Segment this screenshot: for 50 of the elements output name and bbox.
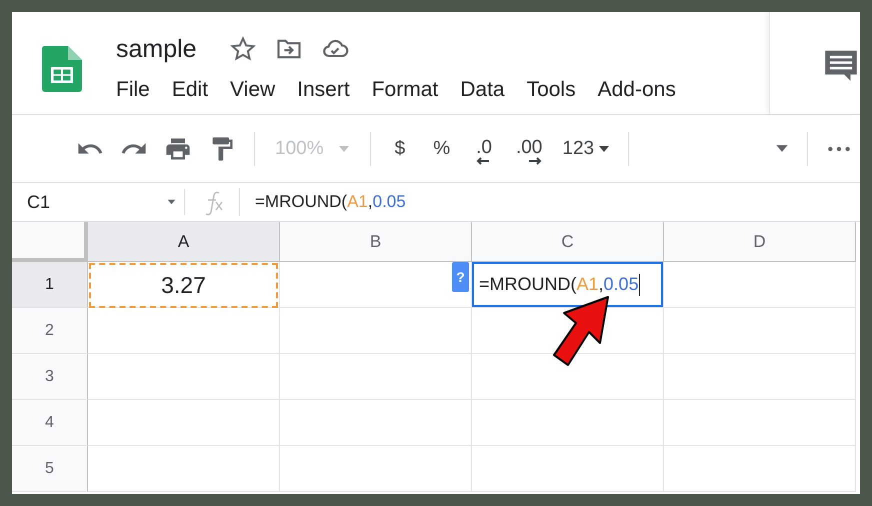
table-cell[interactable] xyxy=(280,446,472,492)
row-header[interactable]: 1 xyxy=(12,262,88,308)
right-arrow-icon xyxy=(528,157,542,165)
table-cell[interactable] xyxy=(664,446,856,492)
column-header[interactable]: C xyxy=(472,222,664,262)
table-cell[interactable] xyxy=(280,354,472,400)
table-cell[interactable] xyxy=(88,400,280,446)
left-arrow-icon xyxy=(476,157,490,165)
table-cell[interactable] xyxy=(664,400,856,446)
menu-item[interactable]: Tools xyxy=(516,77,587,102)
table-cell[interactable] xyxy=(664,262,856,308)
table-cell[interactable] xyxy=(88,354,280,400)
arrow-callout-overlay xyxy=(553,296,609,366)
menu-item[interactable]: Add-ons xyxy=(586,77,687,102)
menu-item[interactable]: File xyxy=(116,77,161,102)
row-header[interactable]: 5 xyxy=(12,446,88,492)
column-header[interactable]: B xyxy=(280,222,472,262)
row-header[interactable]: 4 xyxy=(12,400,88,446)
percent-button[interactable]: % xyxy=(419,139,464,158)
caret-icon xyxy=(598,144,610,152)
menu-item[interactable]: Data xyxy=(449,77,516,102)
table-cell[interactable] xyxy=(88,446,280,492)
table-cell[interactable] xyxy=(472,400,664,446)
caret-icon xyxy=(775,144,789,153)
caret-icon xyxy=(338,144,350,152)
cell-editor[interactable]: =MROUND(A1,0.05 xyxy=(472,262,663,307)
increase-decimals-button[interactable]: .00 xyxy=(504,132,554,165)
name-box[interactable]: C1 xyxy=(12,189,185,215)
row-header[interactable]: 2 xyxy=(12,308,88,354)
row-header[interactable]: 3 xyxy=(12,354,88,400)
document-title[interactable]: sample xyxy=(116,36,197,62)
menu-item[interactable]: View xyxy=(219,77,286,102)
copied-cell[interactable]: 3.27 xyxy=(89,263,278,308)
decrease-decimals-button[interactable]: .0 xyxy=(464,132,504,165)
star-icon[interactable] xyxy=(228,35,257,63)
select-all-corner[interactable] xyxy=(12,222,88,262)
table-cell[interactable] xyxy=(280,308,472,354)
column-header[interactable]: D xyxy=(664,222,856,262)
table-cell[interactable] xyxy=(88,308,280,354)
currency-button[interactable]: $ xyxy=(380,139,420,158)
table-cell[interactable] xyxy=(664,354,856,400)
formula-input[interactable]: =MROUND(A1,0.05 xyxy=(240,189,406,215)
menu-item[interactable]: Edit xyxy=(160,77,220,102)
table-cell[interactable] xyxy=(472,446,664,492)
menu-item[interactable]: Insert xyxy=(286,77,361,102)
number-format-dropdown[interactable]: 123 xyxy=(554,139,618,158)
table-cell[interactable] xyxy=(280,400,472,446)
menu-item[interactable]: Format xyxy=(360,77,450,102)
column-header[interactable]: A xyxy=(88,222,280,262)
table-cell[interactable] xyxy=(664,308,856,354)
